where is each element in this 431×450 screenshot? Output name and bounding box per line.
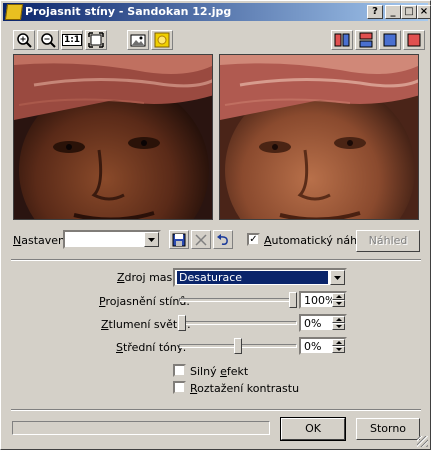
zoom-in-button[interactable] [13,30,35,50]
shadow-brightening-spinbox[interactable]: 100% [299,291,347,309]
original-only-icon [407,33,421,47]
settings-preset-combo[interactable] [63,230,161,249]
minimize-button[interactable]: _ [385,5,401,19]
midtones-slider-thumb[interactable] [234,338,242,354]
split-horizontal-button[interactable] [355,30,377,50]
close-button[interactable]: × [417,5,431,19]
shadow-brightening-track[interactable] [179,298,297,302]
actual-size-button[interactable]: 1:1 [61,30,83,50]
title-bar[interactable]: Projasnit stíny - Sandokan 12.jpg ? _ □ … [3,3,431,21]
spin-up-icon[interactable] [332,293,345,300]
divider [11,409,421,411]
split-vertical-icon [334,33,350,47]
single-view-icon [383,33,397,47]
zoom-out-icon [41,33,56,48]
resize-grip-icon[interactable] [417,436,428,447]
preview-button[interactable]: Náhled [356,230,420,252]
midtones-label: Střední tóny: [116,341,187,354]
spin-up-icon[interactable] [332,339,345,346]
delete-preset-button[interactable] [191,230,211,249]
app-icon [4,4,24,20]
progress-bar [12,421,270,435]
undo-icon [217,233,228,245]
fit-window-icon [88,32,104,48]
zoom-in-icon [17,33,32,48]
highlight-dimming-slider-thumb[interactable] [178,315,186,331]
strong-effect-checkbox[interactable] [173,364,186,377]
show-original-icon [130,34,146,47]
show-preview-button[interactable] [151,30,173,50]
strong-effect-label: Silný efekt [190,365,249,378]
fit-window-button[interactable] [85,30,107,50]
contrast-stretch-label: Roztažení kontrastu [190,382,300,395]
mask-source-select[interactable]: Desaturace [173,268,347,287]
shadow-brightening-label: Projasnění stínů: [99,295,191,308]
shadow-brightening-slider-thumb[interactable] [289,292,297,308]
auto-preview-checkbox[interactable]: ✓ [247,233,260,246]
ok-button[interactable]: OK [280,417,346,441]
spin-down-icon[interactable] [332,300,345,307]
spin-down-icon[interactable] [332,323,345,330]
portrait-photo-brightened [220,55,418,219]
contrast-stretch-checkbox[interactable] [173,381,186,394]
single-view-button[interactable] [379,30,401,50]
highlight-dimming-track[interactable] [179,321,297,325]
delete-icon [195,233,207,246]
spin-down-icon[interactable] [332,346,345,353]
original-image-preview[interactable] [13,54,213,220]
result-image-preview[interactable] [219,54,419,220]
original-only-button[interactable] [403,30,425,50]
spin-up-icon[interactable] [332,316,345,323]
shadow-brightening-dialog: Projasnit stíny - Sandokan 12.jpg ? _ □ … [0,0,431,450]
split-vertical-button[interactable] [331,30,353,50]
undo-button[interactable] [213,230,233,249]
midtones-spinbox[interactable]: 0% [299,337,347,355]
save-icon [172,233,186,246]
chevron-down-icon[interactable] [144,232,159,247]
actual-size-icon: 1:1 [61,34,83,46]
divider [11,259,421,261]
highlight-dimming-spinbox[interactable]: 0% [299,314,347,332]
save-preset-button[interactable] [169,230,189,249]
show-preview-icon [154,32,170,48]
maximize-button[interactable]: □ [401,5,417,19]
portrait-photo [14,55,212,219]
window-title: Projasnit stíny - Sandokan 12.jpg [25,5,232,18]
chevron-down-icon[interactable] [330,270,345,285]
show-original-button[interactable] [127,30,149,50]
split-horizontal-icon [359,32,373,48]
zoom-out-button[interactable] [37,30,59,50]
help-button[interactable]: ? [367,5,383,19]
cancel-button[interactable]: Storno [356,418,420,440]
